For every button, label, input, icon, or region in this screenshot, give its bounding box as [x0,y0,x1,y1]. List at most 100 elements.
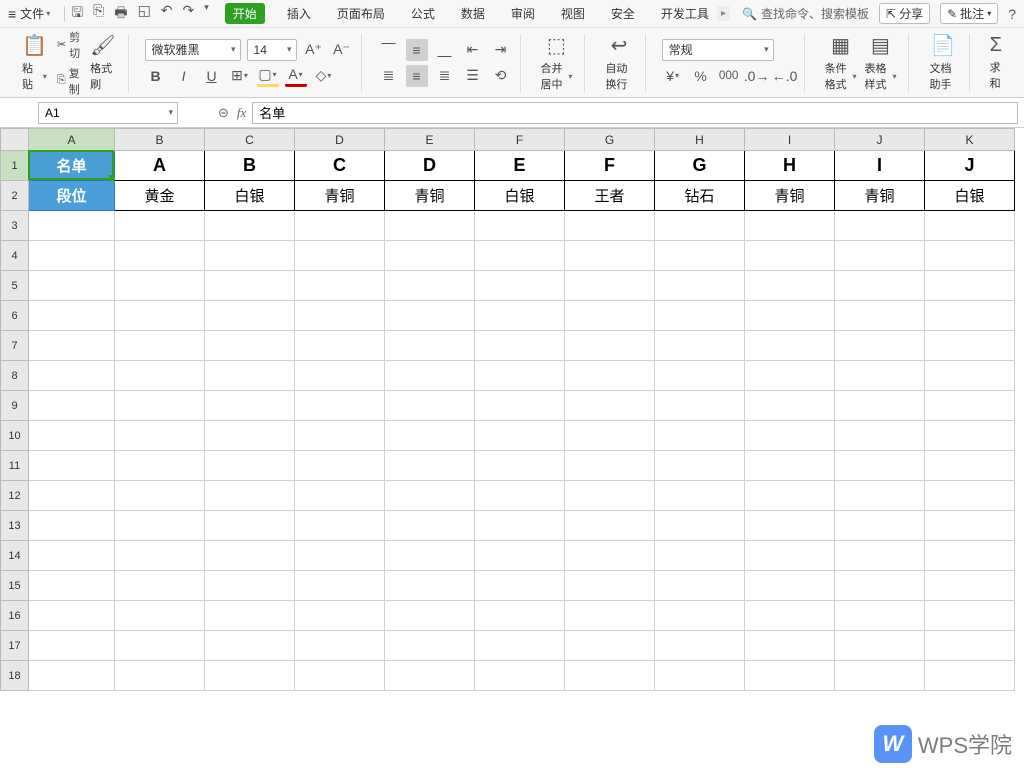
column-header[interactable]: I [745,129,835,151]
tab-data[interactable]: 数据 [457,3,489,24]
tab-insert[interactable]: 插入 [283,3,315,24]
cell[interactable] [565,661,655,691]
font-name-combo[interactable]: 微软雅黑 [145,39,241,61]
cell[interactable] [565,361,655,391]
cell[interactable] [385,451,475,481]
decrease-decimal-button[interactable]: ←.0 [774,65,796,87]
column-header[interactable]: C [205,129,295,151]
row-header[interactable]: 6 [1,301,29,331]
preview-icon[interactable]: ◱ [138,2,151,26]
header-cell-names[interactable]: 名单 [29,151,115,181]
orientation-button[interactable]: ⟲ [490,65,512,87]
select-all-corner[interactable] [1,129,29,151]
cell[interactable] [475,421,565,451]
formula-input[interactable]: 名单 [252,102,1018,124]
fx-icon[interactable]: fx [237,105,246,121]
cell[interactable] [835,421,925,451]
cell[interactable]: 青铜 [385,181,475,211]
cell[interactable] [29,301,115,331]
cell[interactable] [295,391,385,421]
cell[interactable] [385,661,475,691]
header-cell-rank[interactable]: 段位 [29,181,115,211]
cell[interactable] [565,451,655,481]
cell[interactable] [565,631,655,661]
cell[interactable] [295,271,385,301]
cell[interactable] [385,211,475,241]
tab-formula[interactable]: 公式 [407,3,439,24]
comment-button[interactable]: ✎ 批注 ▾ [940,3,998,24]
cell[interactable] [655,211,745,241]
more-tabs-button[interactable]: ▸ [717,6,730,21]
column-header[interactable]: E [385,129,475,151]
cell[interactable] [655,391,745,421]
cell[interactable] [475,241,565,271]
cell[interactable] [925,391,1015,421]
cell[interactable] [655,241,745,271]
tab-start[interactable]: 开始 [225,3,265,24]
cell[interactable] [29,331,115,361]
cell[interactable] [745,511,835,541]
cell[interactable] [115,661,205,691]
cell[interactable] [745,331,835,361]
cell[interactable] [835,481,925,511]
cell[interactable]: H [745,151,835,181]
cell[interactable] [115,211,205,241]
column-header[interactable]: J [835,129,925,151]
row-header[interactable]: 10 [1,421,29,451]
cell[interactable] [745,571,835,601]
cell[interactable] [295,241,385,271]
column-header[interactable]: F [475,129,565,151]
cell[interactable] [565,241,655,271]
cell[interactable] [655,361,745,391]
cell[interactable] [205,661,295,691]
font-color-button[interactable]: A▾ [285,65,307,87]
cell[interactable] [565,571,655,601]
cell[interactable] [835,271,925,301]
share-button[interactable]: ⇱ 分享 [879,3,930,24]
cell[interactable] [925,571,1015,601]
cell[interactable] [205,511,295,541]
export-icon[interactable]: ⎘ [93,2,104,26]
tab-review[interactable]: 审阅 [507,3,539,24]
cell[interactable] [205,451,295,481]
column-header[interactable]: H [655,129,745,151]
cell[interactable] [745,481,835,511]
cell[interactable] [115,391,205,421]
cell[interactable] [115,301,205,331]
cell[interactable] [475,271,565,301]
cell[interactable] [115,601,205,631]
cell[interactable] [29,661,115,691]
cell[interactable]: F [565,151,655,181]
cell[interactable] [29,631,115,661]
cell[interactable]: 青铜 [745,181,835,211]
cell[interactable] [205,571,295,601]
cell[interactable]: G [655,151,745,181]
cell[interactable] [115,451,205,481]
cell[interactable] [835,661,925,691]
cell[interactable] [475,511,565,541]
file-menu[interactable]: ≡ 文件 ▾ [8,5,50,22]
percent-button[interactable]: % [690,65,712,87]
cell[interactable] [925,541,1015,571]
row-header[interactable]: 2 [1,181,29,211]
tab-layout[interactable]: 页面布局 [333,3,389,24]
cell[interactable] [29,241,115,271]
cell[interactable] [835,511,925,541]
cell[interactable] [475,661,565,691]
cell[interactable] [29,211,115,241]
align-left-button[interactable]: ≣ [378,65,400,87]
cell[interactable] [565,391,655,421]
cell[interactable]: I [835,151,925,181]
cell[interactable] [385,301,475,331]
cell[interactable] [655,661,745,691]
underline-button[interactable]: U [201,65,223,87]
cell[interactable] [925,361,1015,391]
cell[interactable] [745,661,835,691]
cell[interactable] [655,541,745,571]
cell[interactable] [475,451,565,481]
cell[interactable] [205,211,295,241]
doc-helper-button[interactable]: 📄 文档助手 [925,33,960,92]
cell[interactable] [29,271,115,301]
cell[interactable] [385,241,475,271]
decrease-font-icon[interactable]: A⁻ [331,39,353,61]
